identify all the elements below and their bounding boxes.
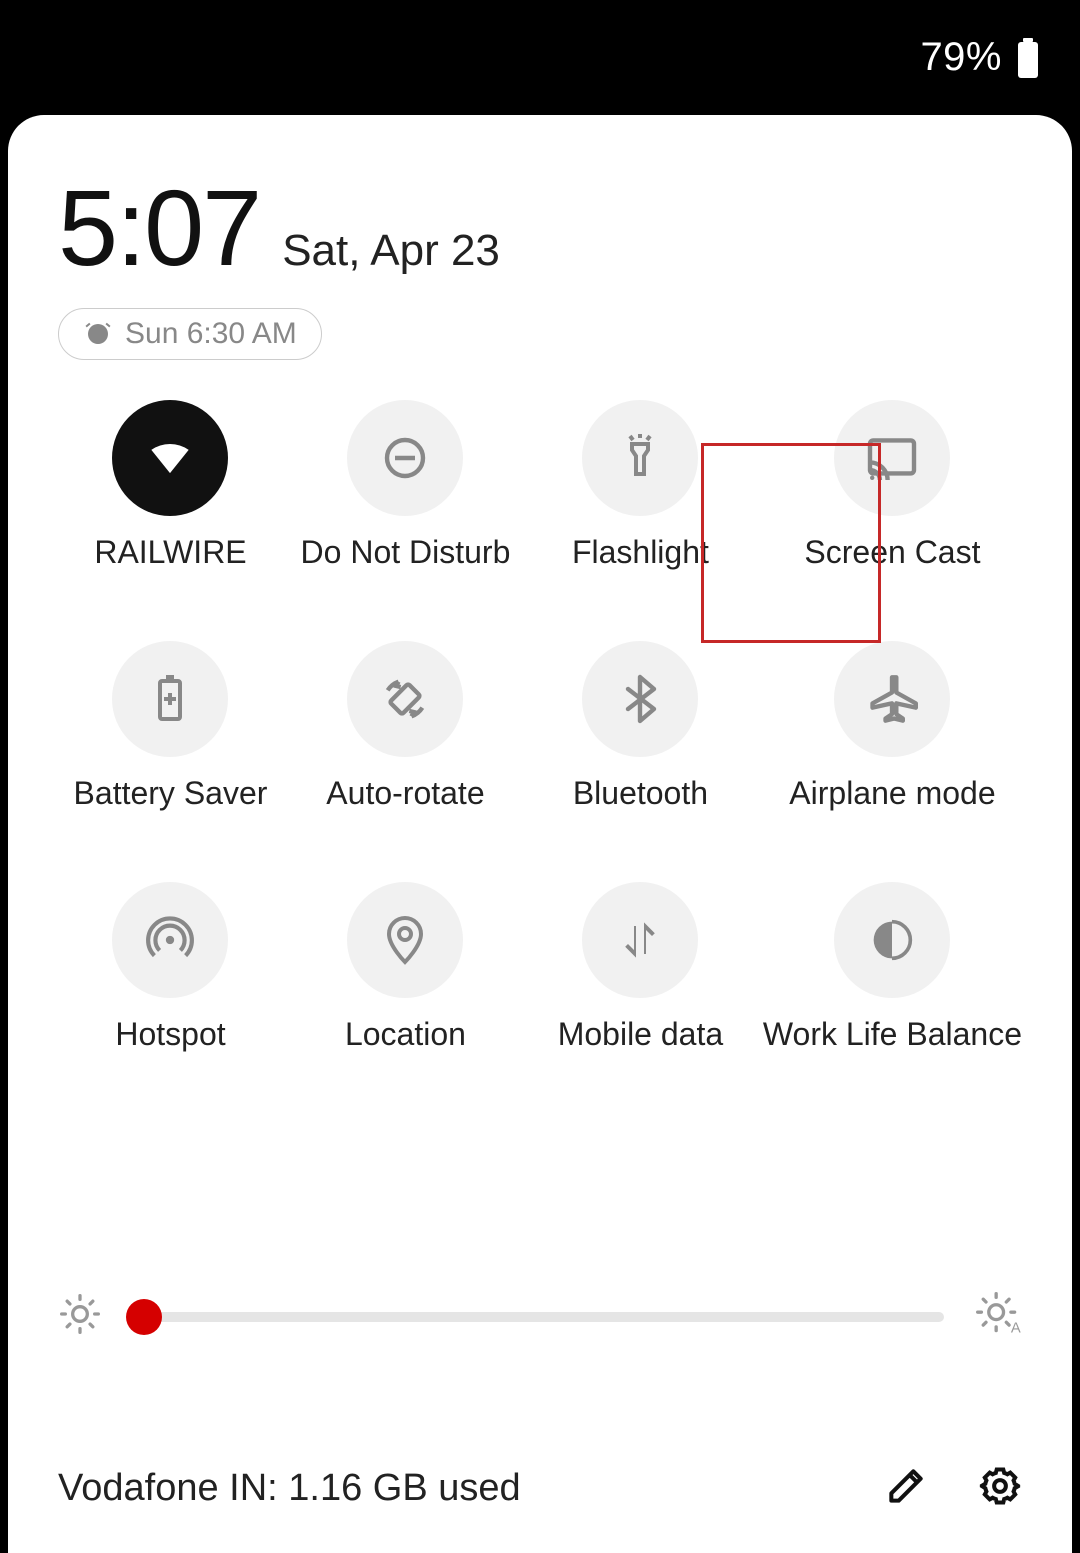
tile-bluetooth[interactable]: Bluetooth <box>528 641 753 812</box>
tile-label: Mobile data <box>558 1016 723 1053</box>
tile-wifi[interactable]: RAILWIRE <box>58 400 283 571</box>
cast-icon <box>834 400 950 516</box>
quick-settings-panel: 5:07 Sat, Apr 23 Sun 6:30 AM RAILWIRE Do… <box>8 115 1072 1553</box>
tile-location[interactable]: Location <box>293 882 518 1053</box>
clock-date[interactable]: Sat, Apr 23 <box>282 226 500 276</box>
settings-icon[interactable] <box>978 1464 1022 1513</box>
tile-label: Battery Saver <box>74 775 268 812</box>
tile-airplane[interactable]: Airplane mode <box>763 641 1022 812</box>
battery-status: 79% <box>920 35 1040 80</box>
tile-label: RAILWIRE <box>94 534 246 571</box>
alarm-chip[interactable]: Sun 6:30 AM <box>58 308 322 360</box>
mobiledata-icon <box>582 882 698 998</box>
footer-row: Vodafone IN: 1.16 GB used <box>58 1464 1022 1513</box>
tile-label: Do Not Disturb <box>301 534 511 571</box>
slider-track <box>132 1312 944 1322</box>
tile-flashlight[interactable]: Flashlight <box>528 400 753 571</box>
battery-saver-icon <box>112 641 228 757</box>
tiles-grid: RAILWIRE Do Not Disturb Flashlight Scree… <box>58 400 1022 1053</box>
tile-autorotate[interactable]: Auto-rotate <box>293 641 518 812</box>
tile-hotspot[interactable]: Hotspot <box>58 882 283 1053</box>
tile-worklife[interactable]: Work Life Balance <box>763 882 1022 1053</box>
dnd-icon <box>347 400 463 516</box>
brightness-low-icon[interactable] <box>58 1292 102 1341</box>
alarm-label: Sun 6:30 AM <box>125 317 297 351</box>
clock-row: 5:07 Sat, Apr 23 <box>58 165 1022 290</box>
slider-thumb[interactable] <box>126 1299 162 1335</box>
tile-label: Hotspot <box>115 1016 225 1053</box>
tile-label: Flashlight <box>572 534 709 571</box>
tile-mobiledata[interactable]: Mobile data <box>528 882 753 1053</box>
battery-percent: 79% <box>920 35 1002 80</box>
flashlight-icon <box>582 400 698 516</box>
location-icon <box>347 882 463 998</box>
hotspot-icon <box>112 882 228 998</box>
bluetooth-icon <box>582 641 698 757</box>
tile-dnd[interactable]: Do Not Disturb <box>293 400 518 571</box>
svg-text:A: A <box>1011 1320 1021 1336</box>
clock-time[interactable]: 5:07 <box>58 165 260 290</box>
wifi-icon <box>112 400 228 516</box>
brightness-slider[interactable] <box>132 1308 944 1326</box>
autorotate-icon <box>347 641 463 757</box>
tile-label: Work Life Balance <box>763 1016 1022 1053</box>
battery-icon <box>1016 38 1040 78</box>
status-bar: 79% <box>0 0 1080 115</box>
airplane-icon <box>834 641 950 757</box>
worklife-icon <box>834 882 950 998</box>
tile-label: Auto-rotate <box>326 775 484 812</box>
tile-label: Screen Cast <box>804 534 980 571</box>
tile-batterysaver[interactable]: Battery Saver <box>58 641 283 812</box>
tile-label: Bluetooth <box>573 775 708 812</box>
tile-label: Location <box>345 1016 466 1053</box>
tile-label: Airplane mode <box>789 775 995 812</box>
tile-screencast[interactable]: Screen Cast <box>763 400 1022 571</box>
alarm-icon <box>83 319 113 349</box>
brightness-row: A <box>58 1290 1022 1343</box>
brightness-auto-icon[interactable]: A <box>974 1290 1022 1343</box>
edit-icon[interactable] <box>884 1464 928 1513</box>
data-usage-label[interactable]: Vodafone IN: 1.16 GB used <box>58 1467 521 1510</box>
